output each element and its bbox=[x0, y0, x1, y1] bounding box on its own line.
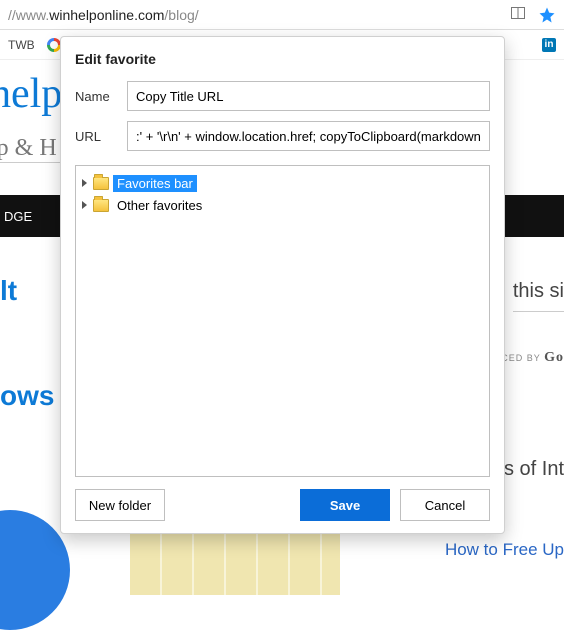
dialog-title: Edit favorite bbox=[75, 51, 490, 67]
tree-item-other-favorites[interactable]: Other favorites bbox=[80, 194, 485, 216]
name-label: Name bbox=[75, 89, 119, 104]
expand-icon[interactable] bbox=[82, 201, 87, 209]
url-label: URL bbox=[75, 129, 119, 144]
logo-fragment: help bbox=[0, 70, 62, 118]
google-icon[interactable] bbox=[47, 38, 61, 52]
heading-fragment-1: lt bbox=[0, 275, 17, 307]
tree-item-label: Other favorites bbox=[113, 197, 206, 214]
favorite-star-icon[interactable] bbox=[538, 6, 556, 24]
sidebar-fragment-1: this si bbox=[513, 280, 564, 312]
tree-item-label: Favorites bar bbox=[113, 175, 197, 192]
new-folder-button[interactable]: New folder bbox=[75, 489, 165, 521]
tree-item-favorites-bar[interactable]: Favorites bar bbox=[80, 172, 485, 194]
address-url: //www.winhelponline.com/blog/ bbox=[8, 7, 199, 23]
bookmark-item[interactable]: TWB bbox=[8, 38, 35, 52]
expand-icon[interactable] bbox=[82, 179, 87, 187]
thumbnail-strip bbox=[130, 530, 340, 595]
folder-icon bbox=[93, 177, 109, 190]
save-button[interactable]: Save bbox=[300, 489, 390, 521]
linkedin-icon[interactable]: in bbox=[542, 38, 556, 52]
folder-tree[interactable]: Favorites bar Other favorites bbox=[75, 165, 490, 477]
sidebar-fragment-3: s of Int bbox=[504, 458, 564, 481]
folder-icon bbox=[93, 199, 109, 212]
name-input[interactable] bbox=[127, 81, 490, 111]
heading-fragment-2: ows bbox=[0, 380, 54, 412]
address-bar[interactable]: //www.winhelponline.com/blog/ bbox=[0, 0, 564, 30]
edit-favorite-dialog: Edit favorite Name URL Favorites bar Oth… bbox=[60, 36, 505, 534]
cancel-button[interactable]: Cancel bbox=[400, 489, 490, 521]
sidebar-link-fragment[interactable]: How to Free Up bbox=[445, 540, 564, 560]
url-input[interactable] bbox=[127, 121, 490, 151]
reading-view-icon[interactable] bbox=[510, 5, 526, 24]
